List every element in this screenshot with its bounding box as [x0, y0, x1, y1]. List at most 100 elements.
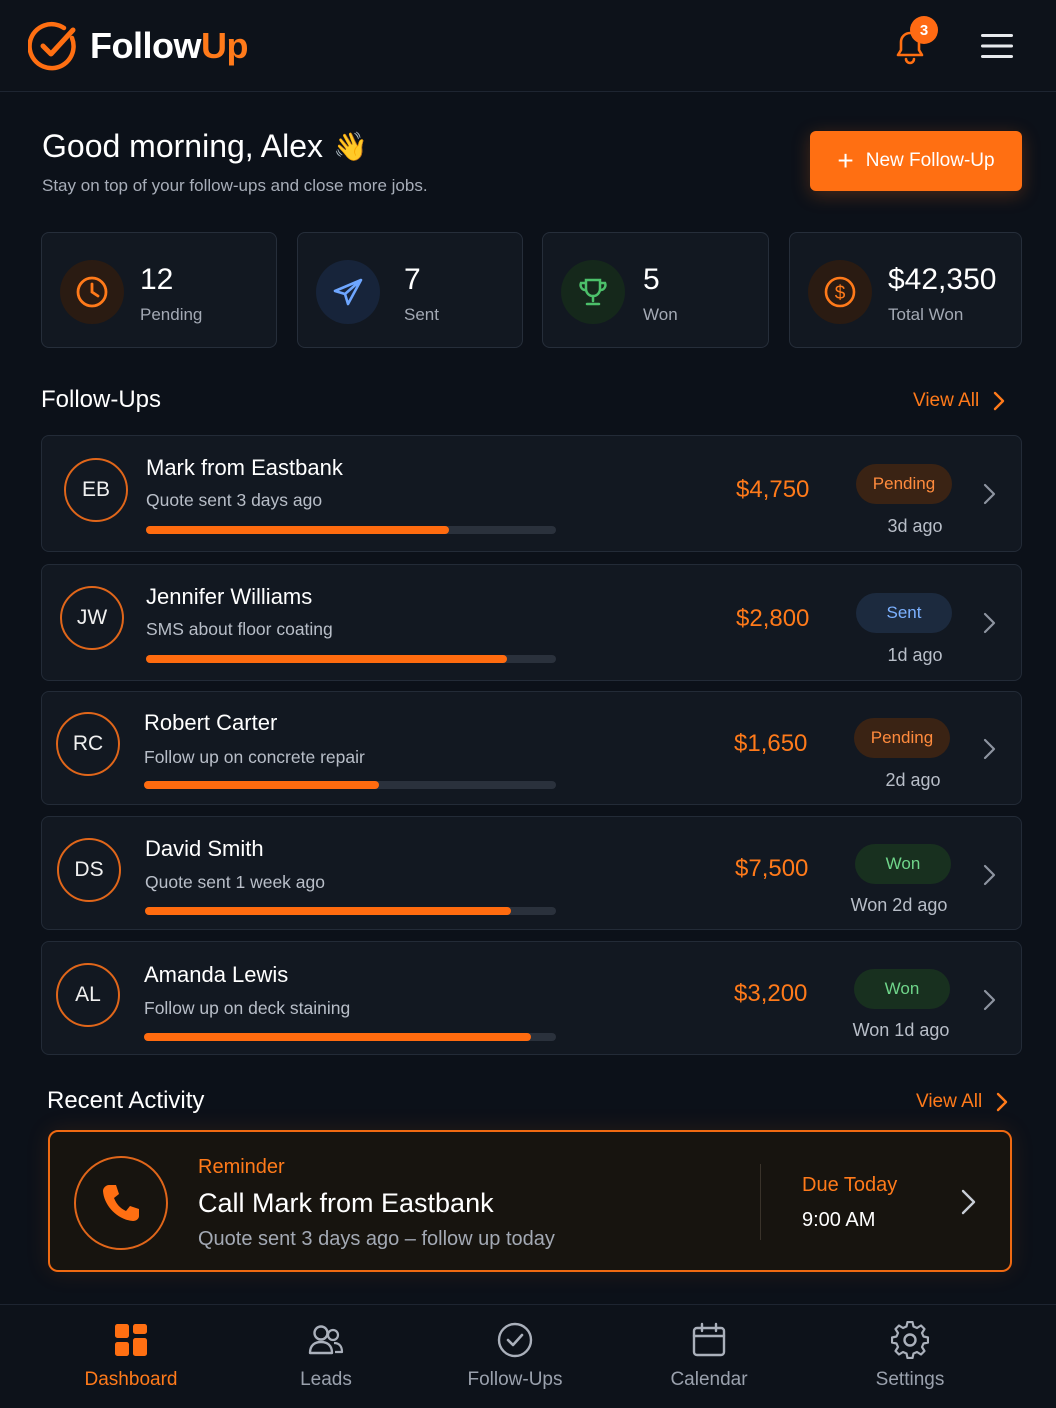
time-ago: Won 1d ago — [852, 1020, 950, 1040]
time-ago: 2d ago — [885, 770, 941, 790]
follow-ups-heading: Follow-Ups — [41, 386, 162, 413]
stat-card-pending[interactable]: 12 Pending — [41, 232, 277, 348]
contact-name: Robert Carter — [144, 710, 278, 735]
hamburger-menu-icon[interactable] — [978, 30, 1016, 62]
stat-card-sent[interactable]: 7 Sent — [297, 232, 523, 348]
nav-dashboard[interactable]: Dashboard — [46, 1321, 216, 1391]
status-badge: Won — [854, 969, 950, 1009]
new-follow-up-button[interactable]: + New Follow-Up — [810, 131, 1022, 191]
avatar: DS — [57, 838, 121, 902]
stat-label: Won — [643, 305, 678, 324]
greeting-title: Good morning, Alex 👋 — [42, 128, 368, 165]
phone-icon — [74, 1156, 168, 1250]
follow-up-description: Follow up on deck staining — [144, 998, 351, 1018]
nav-follow-ups[interactable]: Follow-Ups — [430, 1321, 600, 1391]
app-name-part1: Follow — [90, 25, 201, 66]
calendar-icon — [692, 1322, 726, 1357]
nav-label: Leads — [300, 1369, 352, 1390]
progress-bar — [146, 526, 556, 534]
contact-name: Mark from Eastbank — [146, 455, 343, 480]
stat-card-won[interactable]: 5 Won — [542, 232, 769, 348]
app-logo[interactable]: FollowUp — [28, 20, 248, 72]
follow-up-row[interactable]: RC Robert Carter Follow up on concrete r… — [41, 691, 1022, 805]
stat-value: 12 — [140, 263, 174, 296]
deal-amount: $7,500 — [735, 855, 809, 882]
avatar: JW — [60, 586, 124, 650]
progress-fill — [144, 781, 379, 789]
time-ago: 1d ago — [887, 645, 943, 665]
progress-fill — [146, 655, 507, 663]
chevron-right-icon — [983, 989, 996, 1011]
bottom-navigation: Dashboard Leads Follow-Ups Calendar Sett… — [0, 1304, 1056, 1408]
view-all-label: View All — [916, 1091, 983, 1112]
follow-up-description: Quote sent 1 week ago — [145, 872, 325, 892]
divider — [760, 1164, 761, 1240]
plus-icon: + — [837, 145, 854, 176]
greeting-subtitle: Stay on top of your follow-ups and close… — [42, 176, 428, 195]
trophy-icon — [561, 260, 625, 324]
view-all-label: View All — [913, 390, 980, 411]
nav-calendar[interactable]: Calendar — [624, 1321, 794, 1391]
follow-up-row[interactable]: AL Amanda Lewis Follow up on deck staini… — [41, 941, 1022, 1055]
progress-bar — [146, 655, 556, 663]
nav-label: Follow-Ups — [467, 1369, 563, 1390]
chevron-right-icon — [996, 1092, 1008, 1112]
status-badge: Pending — [854, 718, 950, 758]
status-badge: Won — [855, 844, 951, 884]
follow-up-row[interactable]: JW Jennifer Williams SMS about floor coa… — [41, 564, 1022, 681]
contact-name: Jennifer Williams — [146, 584, 313, 609]
svg-text:$: $ — [835, 283, 846, 304]
deal-amount: $3,200 — [734, 980, 808, 1007]
stat-card-total-won[interactable]: $ $42,350 Total Won — [789, 232, 1022, 348]
waving-hand-icon: 👋 — [333, 131, 368, 162]
follow-up-description: Quote sent 3 days ago — [146, 490, 323, 510]
progress-bar — [145, 907, 556, 915]
reminder-subtitle: Quote sent 3 days ago – follow up today — [198, 1228, 555, 1250]
users-icon — [308, 1325, 344, 1355]
follow-up-row[interactable]: EB Mark from Eastbank Quote sent 3 days … — [41, 435, 1022, 552]
chevron-right-icon — [983, 738, 996, 760]
chevron-right-icon — [983, 483, 996, 505]
activity-view-all-link[interactable]: View All — [916, 1091, 1008, 1113]
progress-fill — [144, 1033, 532, 1041]
follow-up-description: SMS about floor coating — [146, 619, 333, 639]
stat-value: 5 — [643, 263, 660, 296]
stat-value: $42,350 — [888, 263, 997, 296]
dollar-icon: $ — [808, 260, 872, 324]
status-badge: Sent — [856, 593, 952, 633]
app-name-part2: Up — [200, 25, 249, 66]
stat-label: Sent — [404, 305, 439, 324]
app-name: FollowUp — [90, 25, 248, 67]
check-circle-icon — [497, 1322, 533, 1358]
avatar: RC — [56, 712, 120, 776]
new-follow-up-label: New Follow-Up — [865, 150, 995, 171]
nav-leads[interactable]: Leads — [241, 1321, 411, 1391]
clock-icon — [60, 260, 124, 324]
stat-label: Pending — [140, 305, 203, 324]
deal-amount: $1,650 — [734, 730, 808, 757]
nav-label: Dashboard — [84, 1369, 178, 1390]
paper-plane-icon — [316, 260, 380, 324]
deal-amount: $4,750 — [736, 476, 810, 503]
follow-ups-view-all-link[interactable]: View All — [913, 390, 1005, 412]
chevron-right-icon — [961, 1189, 976, 1215]
contact-name: David Smith — [145, 836, 264, 861]
deal-amount: $2,800 — [736, 605, 810, 632]
progress-bar — [144, 1033, 556, 1041]
follow-up-row[interactable]: DS David Smith Quote sent 1 week ago $7,… — [41, 816, 1022, 930]
status-badge: Pending — [856, 464, 952, 504]
nav-settings[interactable]: Settings — [825, 1321, 995, 1391]
follow-up-description: Follow up on concrete repair — [144, 747, 365, 767]
contact-name: Amanda Lewis — [144, 962, 289, 987]
greeting-text: Good morning, Alex — [42, 128, 324, 164]
progress-fill — [145, 907, 511, 915]
nav-label: Settings — [875, 1369, 945, 1390]
progress-fill — [146, 526, 450, 534]
chevron-right-icon — [983, 612, 996, 634]
avatar: EB — [64, 458, 128, 522]
avatar: AL — [56, 963, 120, 1027]
gear-icon — [891, 1321, 929, 1359]
progress-bar — [144, 781, 556, 789]
check-logo-icon — [28, 21, 76, 71]
reminder-card[interactable]: Reminder Call Mark from Eastbank Quote s… — [48, 1130, 1012, 1272]
